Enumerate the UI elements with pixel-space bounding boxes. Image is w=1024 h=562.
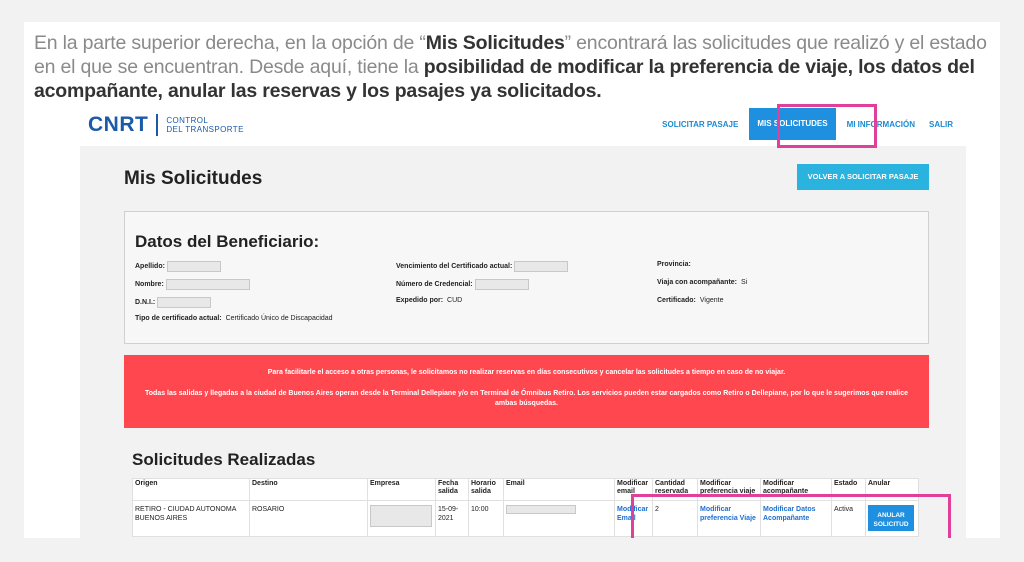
cell-mod-email: Modificar Email: [614, 500, 653, 537]
email-value: [506, 505, 576, 514]
acompanante-field: Viaja con acompañante: Si: [657, 279, 747, 286]
cell-empresa: [367, 500, 436, 537]
col-cantidad: Cantidad reservada: [652, 478, 698, 501]
cell-mod-acomp: Modificar Datos Acompañante: [760, 500, 832, 537]
nav-salir[interactable]: SALIR: [922, 120, 960, 129]
certificado-label: Certificado:: [657, 297, 696, 304]
col-estado: Estado: [831, 478, 866, 501]
app-screenshot: CNRT CONTROL DEL TRANSPORTE SOLICITAR PA…: [80, 102, 966, 538]
credencial-label: Número de Credencial:: [396, 281, 473, 288]
solicitudes-title: Solicitudes Realizadas: [132, 450, 316, 469]
cell-cantidad: 2: [652, 500, 698, 537]
main-nav: SOLICITAR PASAJE MIS SOLICITUDES MI INFO…: [655, 102, 960, 146]
dni-field: D.N.I.:: [135, 297, 212, 308]
page-title: Mis Solicitudes: [124, 168, 263, 189]
table-row: RETIRO - CIUDAD AUTONOMA BUENOS AIRES RO…: [132, 500, 919, 537]
cell-fecha: 15-09-2021: [435, 500, 469, 537]
provincia-field: Provincia:: [657, 261, 693, 268]
apellido-value: [166, 261, 221, 272]
logo-line-2: DEL TRANSPORTE: [166, 125, 244, 134]
acompanante-label: Viaja con acompañante:: [657, 279, 738, 286]
nav-mis-solicitudes[interactable]: MIS SOLICITUDES: [749, 108, 836, 140]
table-header-row: Origen Destino Empresa Fecha salida Hora…: [132, 478, 919, 501]
logo-mark: CNRT: [88, 113, 149, 136]
intro-bold-1: Mis Solicitudes: [425, 32, 565, 54]
col-mod-email: Modificar email: [614, 478, 653, 501]
apellido-field: Apellido:: [135, 261, 221, 272]
intro-part-1: En la parte superior derecha, en la opci…: [34, 32, 426, 54]
nombre-value: [165, 279, 250, 290]
solicitudes-table: Origen Destino Empresa Fecha salida Hora…: [132, 478, 919, 537]
vencimiento-field: Vencimiento del Certificado actual:: [396, 261, 569, 272]
cell-anular: ANULAR SOLICITUD: [865, 500, 919, 537]
cell-origen: RETIRO - CIUDAD AUTONOMA BUENOS AIRES: [132, 500, 250, 537]
nav-mi-informacion[interactable]: MI INFORMACIÓN: [840, 120, 922, 129]
alert-line-2: Todas las salidas y llegadas a la ciudad…: [145, 390, 908, 407]
col-horario: Horario salida: [468, 478, 504, 501]
alert-banner: Para facilitarle el acceso a otras perso…: [124, 355, 929, 428]
main-content: Mis Solicitudes VOLVER A SOLICITAR PASAJ…: [80, 146, 966, 538]
col-mod-pref: Modificar preferencia viaje: [697, 478, 761, 501]
modificar-acompanante-link[interactable]: Modificar Datos Acompañante: [763, 506, 816, 522]
nombre-label: Nombre:: [135, 281, 164, 288]
vencimiento-value: [514, 261, 569, 272]
intro-text: En la parte superior derecha, en la opci…: [34, 31, 996, 103]
tipo-certificado-label: Tipo de certificado actual:: [135, 315, 222, 322]
modificar-email-link[interactable]: Modificar Email: [617, 506, 648, 522]
logo-divider: [156, 114, 159, 136]
expedido-field: Expedido por: CUD: [396, 297, 462, 304]
dni-value: [157, 297, 212, 308]
col-empresa: Empresa: [367, 478, 436, 501]
apellido-label: Apellido:: [135, 263, 165, 270]
empresa-value: [370, 505, 432, 527]
cell-horario: 10:00: [468, 500, 504, 537]
col-destino: Destino: [249, 478, 368, 501]
credencial-field: Número de Credencial:: [396, 279, 529, 290]
acompanante-value: Si: [740, 279, 748, 286]
certificado-field: Certificado: Vigente: [657, 297, 723, 304]
logo-line-1: CONTROL: [166, 116, 209, 125]
tipo-certificado-value: Certificado Único de Discapacidad: [225, 315, 333, 322]
logo-subtitle: CONTROL DEL TRANSPORTE: [166, 116, 243, 134]
beneficiario-panel: Datos del Beneficiario: Apellido: Nombre…: [124, 211, 929, 344]
expedido-value: CUD: [447, 297, 463, 304]
expedido-label: Expedido por:: [396, 297, 444, 304]
alert-line-1: Para facilitarle el acceso a otras perso…: [267, 369, 786, 376]
volver-solicitar-button[interactable]: VOLVER A SOLICITAR PASAJE: [797, 164, 929, 190]
dni-label: D.N.I.:: [135, 299, 156, 306]
col-anular: Anular: [865, 478, 919, 501]
cell-mod-pref: Modificar preferencia Viaje: [697, 500, 761, 537]
vencimiento-label: Vencimiento del Certificado actual:: [396, 263, 513, 270]
col-fecha: Fecha salida: [435, 478, 469, 501]
cell-estado: Activa: [831, 500, 866, 537]
cnrt-logo[interactable]: CNRT CONTROL DEL TRANSPORTE: [88, 112, 244, 138]
slide: En la parte superior derecha, en la opci…: [24, 22, 1000, 538]
nav-solicitar-pasaje[interactable]: SOLICITAR PASAJE: [655, 120, 745, 129]
beneficiario-title: Datos del Beneficiario:: [135, 232, 320, 251]
credencial-value: [474, 279, 529, 290]
anular-solicitud-button[interactable]: ANULAR SOLICITUD: [868, 505, 914, 531]
cell-destino: ROSARIO: [249, 500, 368, 537]
certificado-value: Vigente: [699, 297, 724, 304]
top-navbar: CNRT CONTROL DEL TRANSPORTE SOLICITAR PA…: [80, 102, 966, 146]
modificar-preferencia-link[interactable]: Modificar preferencia Viaje: [700, 506, 756, 522]
nombre-field: Nombre:: [135, 279, 250, 290]
col-mod-acomp: Modificar acompañante: [760, 478, 832, 501]
tipo-certificado-field: Tipo de certificado actual: Certificado …: [135, 315, 333, 322]
provincia-label: Provincia:: [657, 261, 691, 268]
col-email: Email: [503, 478, 615, 501]
col-origen: Origen: [132, 478, 250, 501]
cell-email: [503, 500, 615, 537]
